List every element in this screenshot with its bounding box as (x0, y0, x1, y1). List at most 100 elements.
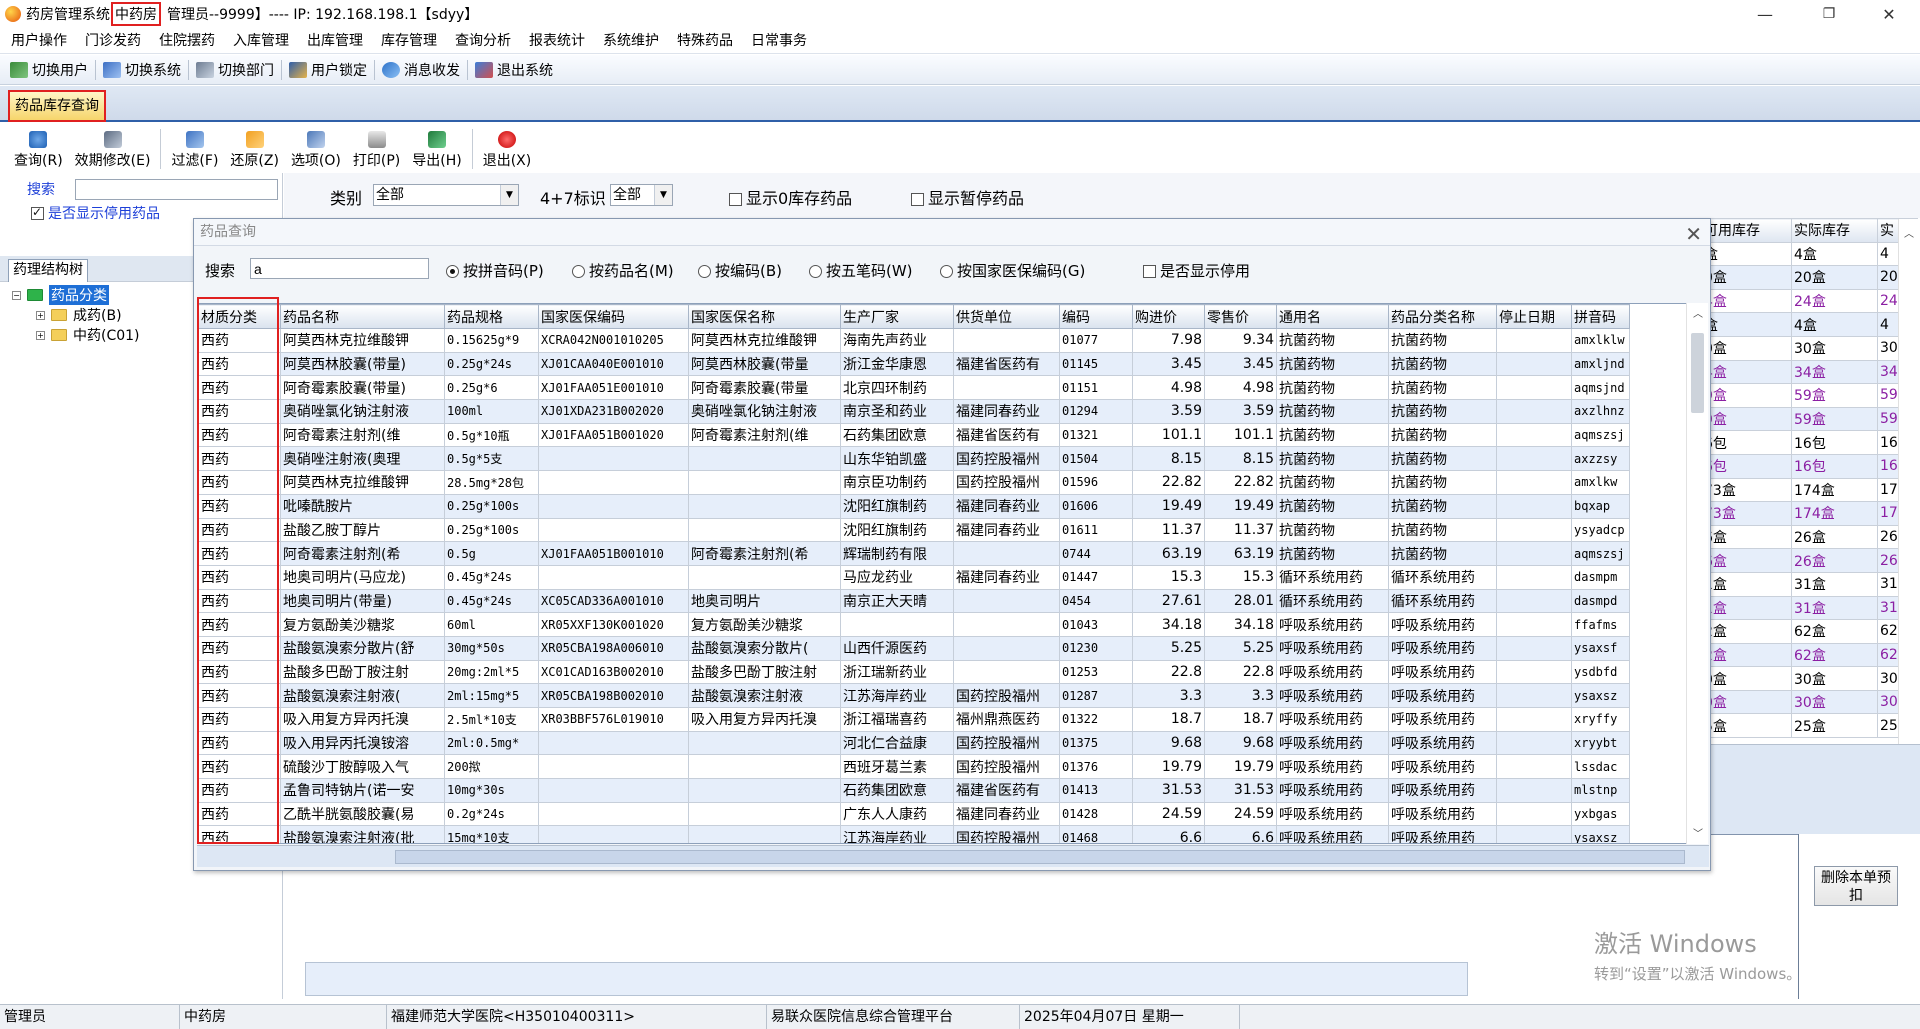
table-row[interactable]: 西药 乙酰半胱氨酸胶囊(易 0.2g*24s 广东人人康药 福建同春药业 01428 24.… (198, 801, 1630, 827)
table-row[interactable]: 西药 地奥司明片(马应龙) 0.45g*24s 马应龙药业 福建同春药业 01447 15.… (198, 564, 1630, 590)
tree-node-chinese-medicine[interactable]: + 中药(C01) (36, 325, 140, 345)
menu-inpatient[interactable]: 住院摆药 (150, 28, 224, 54)
table-row[interactable]: 西药 盐酸氨溴索分散片(舒 30mg*50s XR05CBA198A006010 盐酸氨… (198, 635, 1630, 661)
show-disabled-checkbox[interactable]: 是否显示停用药品 (31, 203, 160, 223)
show-zero-stock-checkbox[interactable]: 显示0库存药品 (729, 185, 852, 209)
messages-button[interactable]: 消息收发 (378, 58, 464, 82)
query-button[interactable]: 查询(R) (8, 131, 69, 173)
table-row[interactable]: 西药 盐酸氨溴索注射液(2ml:15mg*5 XR05CBA198B002010 盐酸… (198, 683, 1630, 708)
minimize-icon[interactable]: — (1742, 0, 1788, 28)
expand-icon[interactable]: + (36, 330, 45, 340)
dialog-show-disabled-checkbox[interactable]: 是否显示停用 (1143, 260, 1250, 281)
column-header[interactable]: 供货单位 (953, 304, 1060, 329)
delete-reservation-button[interactable]: 删除本单预扣 (1814, 866, 1898, 906)
scroll-thumb[interactable] (1691, 333, 1704, 413)
filter-button[interactable]: 过滤(F) (165, 131, 224, 173)
tree-node-root[interactable]: − 药品分类 (12, 285, 109, 305)
table-row[interactable]: 2盒 62盒 62 (1701, 619, 1918, 644)
table-row[interactable]: 西药 阿奇霉素注射剂(维 0.5g*10瓶 XJ01FAA051B001020 阿奇霉素… (198, 422, 1630, 448)
table-row[interactable]: 73盒 174盒 17 (1701, 477, 1918, 503)
column-header[interactable]: 通用名 (1276, 304, 1389, 329)
column-header[interactable]: 材质分类 (198, 304, 281, 329)
switch-system-button[interactable]: 切换系统 (99, 58, 185, 82)
left-search-input[interactable] (75, 179, 278, 200)
table-row[interactable]: 西药 硫酸沙丁胺醇吸入气 200揿 西班牙葛兰素 国药控股福州 01376 19.79 19.… (198, 754, 1630, 780)
table-row[interactable]: 西药 复方氨酚美沙糖浆 60ml XR05XXF130K001020 复方氨酚美沙糖浆 0… (198, 612, 1630, 637)
table-row[interactable]: 5盒 25盒 25 (1701, 713, 1918, 739)
tab-drug-stock-query[interactable]: 药品库存查询 (8, 90, 106, 122)
exit-button[interactable]: 退出(X) (477, 131, 538, 173)
menu-query[interactable]: 查询分析 (446, 28, 520, 54)
column-header[interactable]: 拼音码 (1571, 304, 1630, 329)
menu-user-ops[interactable]: 用户操作 (2, 28, 76, 54)
table-row[interactable]: 西药 地奥司明片(带量) 0.45g*24s XC05CAD336A001010 地奥司… (198, 588, 1630, 614)
result-grid-hscrollbar[interactable] (197, 845, 1709, 867)
radio-insurance-code[interactable]: 按国家医保编码(G) (940, 260, 1085, 281)
table-row[interactable]: 西药 吸入用复方异丙托溴 2.5ml*10支 XR03BBF576L019010 吸入用… (198, 707, 1630, 732)
table-row[interactable]: 西药 阿奇霉素注射剂(希 0.5g XJ01FAA051B001010 阿奇霉素注射剂(… (198, 541, 1630, 566)
column-header-actual[interactable]: 实际库存 (1791, 218, 1878, 243)
edit-expiry-button[interactable]: 效期修改(E) (69, 131, 157, 173)
table-row[interactable]: 盒 4盒 4 (1701, 312, 1918, 337)
switch-dept-button[interactable]: 切换部门 (192, 58, 278, 82)
table-row[interactable]: 西药 阿莫西林克拉维酸钾 0.15625g*9 XCRA042N001010205 阿莫… (198, 328, 1630, 353)
show-paused-checkbox[interactable]: 显示暂停药品 (911, 185, 1024, 209)
print-button[interactable]: 打印(P) (347, 131, 406, 173)
radio-drug-name[interactable]: 按药品名(M) (572, 260, 674, 281)
table-row[interactable]: 6盒 26盒 26 (1701, 548, 1918, 573)
table-row[interactable]: 2盒 62盒 62 (1701, 642, 1918, 668)
table-row[interactable]: 73盒 174盒 17 (1701, 501, 1918, 526)
exit-system-button[interactable]: 退出系统 (471, 58, 557, 82)
table-row[interactable]: 1盒 31盒 31 (1701, 595, 1918, 621)
table-row[interactable]: 西药 盐酸氨溴索注射液(批 15mg*10支 江苏海岸药业 国药控股福州 01468 6.6… (198, 825, 1630, 843)
restore-button[interactable]: 还原(Z) (224, 131, 285, 173)
table-row[interactable]: 0盒 30盒 30 (1701, 666, 1918, 691)
menu-inventory[interactable]: 库存管理 (372, 28, 446, 54)
hscroll-thumb[interactable] (395, 850, 1685, 864)
table-row[interactable]: 4盒 24盒 24 (1701, 288, 1918, 314)
column-header[interactable]: 国家医保名称 (688, 304, 841, 329)
dialog-close-icon[interactable]: ✕ (1685, 221, 1702, 248)
menu-stock-out[interactable]: 出库管理 (298, 28, 372, 54)
table-row[interactable]: 1盒 31盒 31 (1701, 571, 1918, 597)
table-row[interactable]: 0盒 30盒 30 (1701, 335, 1918, 361)
column-header[interactable]: 药品规格 (444, 304, 539, 329)
table-row[interactable]: 9盒 59盒 59 (1701, 406, 1918, 432)
radio-wubi[interactable]: 按五笔码(W) (809, 260, 913, 281)
menu-stock-in[interactable]: 入库管理 (224, 28, 298, 54)
table-row[interactable]: 西药 吡嗪酰胺片 0.25g*100s 沈阳红旗制药 福建同春药业 01606 19.49 1… (198, 493, 1630, 519)
dialog-search-input[interactable] (250, 258, 429, 279)
radio-code[interactable]: 按编码(B) (698, 260, 782, 281)
category-select[interactable]: 全部 ▼ (373, 184, 519, 206)
table-row[interactable]: 西药 阿莫西林胶囊(带量) 0.25g*24s XJ01CAA040E001010 阿莫… (198, 351, 1630, 377)
menu-system[interactable]: 系统维护 (594, 28, 668, 54)
table-row[interactable]: 盒 4盒 4 (1701, 241, 1918, 267)
column-header[interactable]: 生产厂家 (840, 304, 954, 329)
table-row[interactable]: 6包 16包 16 (1701, 430, 1918, 455)
table-row[interactable]: 西药 吸入用异丙托溴铵溶 2ml:0.5mg* 河北仁合益康 国药控股福州 01375 9.… (198, 730, 1630, 756)
table-row[interactable]: 西药 奥硝唑注射液(奥理 0.5g*5支 山东华铂凯盛 国药控股福州 01504 8.15 8… (198, 446, 1630, 472)
switch-user-button[interactable]: 切换用户 (6, 58, 92, 82)
table-row[interactable]: 6包 16包 16 (1701, 453, 1918, 479)
column-header[interactable]: 停止日期 (1496, 304, 1572, 329)
scroll-up-icon[interactable]: ︿ (1693, 305, 1703, 320)
tree-node-patent-medicine[interactable]: + 成药(B) (36, 305, 122, 325)
menu-special-drugs[interactable]: 特殊药品 (668, 28, 742, 54)
table-row[interactable]: 4盒 34盒 34 (1701, 359, 1918, 385)
column-header[interactable]: 药品分类名称 (1388, 304, 1497, 329)
tab-pharmacology-tree[interactable]: 药理结构树 (8, 259, 88, 282)
table-row[interactable]: 西药 盐酸多巴酚丁胺注射 20mg:2ml*5 XC01CAD163B002010 盐酸… (198, 659, 1630, 685)
table-row[interactable]: 西药 阿奇霉素胶囊(带量) 0.25g*6 XJ01FAA051E001010 阿奇霉素… (198, 375, 1630, 401)
scroll-up-icon[interactable]: ︿ (1904, 225, 1914, 240)
export-button[interactable]: 导出(H) (406, 131, 467, 173)
expand-icon[interactable]: + (36, 310, 45, 320)
column-header[interactable]: 药品名称 (280, 304, 445, 329)
background-grid-scrollbar[interactable]: ︿ ﹀ (1898, 219, 1918, 764)
scroll-down-icon[interactable]: ﹀ (1693, 825, 1703, 840)
menu-outpatient[interactable]: 门诊发药 (76, 28, 150, 54)
table-row[interactable]: 西药 孟鲁司特钠片(诺一安 10mg*30s 石药集团欧意 福建省医药有 01413 31.… (198, 778, 1630, 803)
table-row[interactable]: 0盒 20盒 20 (1701, 265, 1918, 290)
column-header[interactable]: 零售价 (1204, 304, 1277, 329)
options-button[interactable]: 选项(O) (285, 131, 347, 173)
result-grid-vscrollbar[interactable]: ︿ ﹀ (1686, 303, 1708, 844)
